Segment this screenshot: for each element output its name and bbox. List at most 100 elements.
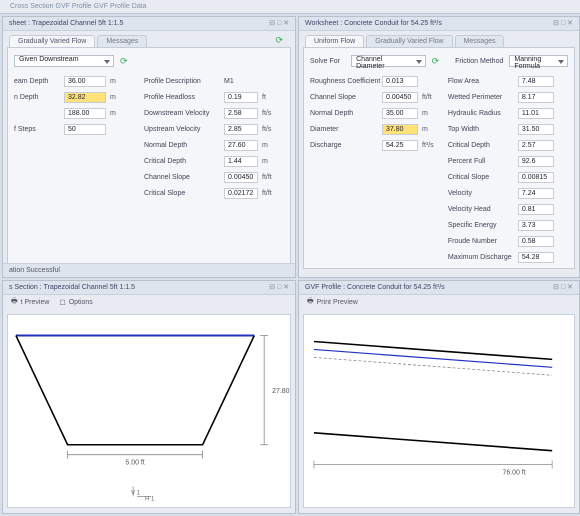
svg-text:5.00 ft: 5.00 ft — [125, 460, 144, 467]
given-dropdown[interactable]: Given Downstream — [14, 55, 114, 67]
tab-gvf[interactable]: Gradually Varied Flow — [9, 35, 95, 47]
panel-title: Worksheet : Concrete Conduit for 54.25 f… — [305, 17, 442, 31]
result-label: Specific Energy — [448, 222, 518, 229]
result-label: Velocity — [448, 190, 518, 197]
panel-title: GVF Profile : Concrete Conduit for 54.25… — [305, 281, 445, 295]
input-value[interactable]: 0.00450 — [382, 92, 418, 103]
result-value: 0.19 — [224, 92, 258, 103]
gvf-profile-panel: GVF Profile : Concrete Conduit for 54.25… — [298, 280, 580, 514]
result-label: Profile Headloss — [144, 94, 224, 101]
input-label: eam Depth — [14, 78, 64, 85]
profile-svg: 76.00 ft — [304, 315, 574, 507]
tab-messages[interactable]: Messages — [455, 35, 505, 47]
friction-label: Friction Method — [455, 58, 503, 65]
input-label: n Depth — [14, 94, 64, 101]
tool-label: Print Preview — [317, 299, 358, 306]
unit: m — [110, 78, 124, 85]
result-value: 2.85 — [224, 124, 258, 135]
unit: m — [110, 94, 124, 101]
result-value: 2.57 — [518, 140, 554, 151]
window-controls[interactable]: ⊟ □ ✕ — [269, 17, 289, 31]
input-value[interactable]: 188.00 — [64, 108, 106, 119]
result-value: 0.02172 — [224, 188, 258, 199]
printer-icon: 🖶 — [307, 297, 314, 308]
input-value[interactable]: 50 — [64, 124, 106, 135]
result-value: 0.58 — [518, 236, 554, 247]
result-label: Critical Slope — [448, 174, 518, 181]
print-preview-button[interactable]: 🖶Print Preview — [307, 297, 358, 308]
solve-for-label: Solve For — [310, 58, 345, 65]
tool-label: t Preview — [21, 299, 50, 306]
result-label: Profile Description — [144, 78, 224, 85]
window-controls[interactable]: ⊟ □ ✕ — [553, 17, 573, 31]
input-value[interactable]: 37.80 — [382, 124, 418, 135]
result-label: Upstream Velocity — [144, 126, 224, 133]
panel-title-bar: Worksheet : Concrete Conduit for 54.25 f… — [299, 17, 579, 31]
unit: ft/ft — [422, 94, 436, 101]
tab-strip: Gradually Varied Flow Messages ⟳ — [3, 31, 295, 47]
run-icon[interactable]: ⟳ — [120, 56, 128, 67]
result-value: 0.81 — [518, 204, 554, 215]
input-label: Discharge — [310, 142, 382, 149]
svg-text:76.00 ft: 76.00 ft — [503, 470, 526, 477]
result-label: Wetted Perimeter — [448, 94, 518, 101]
cross-section-plot: 5.00 ft 27.80 m V 1 H 1 — [7, 314, 291, 508]
options-button[interactable]: ☐Options — [59, 297, 92, 308]
layout-grid: sheet : Trapezoidal Channel 5ft 1:1.5 ⊟ … — [0, 14, 580, 516]
result-label: Velocity Head — [448, 206, 518, 213]
input-value[interactable]: 0.013 — [382, 76, 418, 87]
unit: m — [262, 142, 276, 149]
solve-for-dropdown[interactable]: Channel Diameter — [351, 55, 425, 67]
tab-strip: Uniform Flow Gradually Varied Flow Messa… — [299, 31, 579, 47]
input-value[interactable]: 54.25 — [382, 140, 418, 151]
panel-title: s Section : Trapezoidal Channel 5ft 1:1.… — [9, 281, 135, 295]
tab-gvf[interactable]: Gradually Varied Flow — [366, 35, 452, 47]
input-label: Normal Depth — [310, 110, 382, 117]
window-controls[interactable]: ⊟ □ ✕ — [553, 281, 573, 295]
window-controls[interactable]: ⊟ □ ✕ — [269, 281, 289, 295]
unit: ft/ft — [262, 190, 276, 197]
worksheet-conduit: Worksheet : Concrete Conduit for 54.25 f… — [298, 16, 580, 278]
panel-body: Given Downstream ⟳ eam Depth36.00 m n Dep… — [7, 47, 291, 269]
unit: m — [262, 158, 276, 165]
result-value: 7.24 — [518, 188, 554, 199]
tab-uniform[interactable]: Uniform Flow — [305, 35, 364, 47]
result-label: Critical Slope — [144, 190, 224, 197]
run-icon[interactable]: ⟳ — [432, 56, 440, 67]
input-value[interactable]: 35.00 — [382, 108, 418, 119]
panel-title-bar: GVF Profile : Concrete Conduit for 54.25… — [299, 281, 579, 295]
result-value: 3.73 — [518, 220, 554, 231]
input-label: Channel Slope — [310, 94, 382, 101]
run-icon[interactable]: ⟳ — [275, 35, 289, 47]
tool-label: Options — [69, 299, 93, 306]
result-value: 8.17 — [518, 92, 554, 103]
cross-section-panel: s Section : Trapezoidal Channel 5ft 1:1.… — [2, 280, 296, 514]
unit: ft/ft — [262, 174, 276, 181]
result-value: 0.00450 — [224, 172, 258, 183]
result-label: Hydraulic Radius — [448, 110, 518, 117]
unit: m — [422, 110, 436, 117]
result-value: 0.00815 — [518, 172, 554, 183]
result-label: Percent Full — [448, 158, 518, 165]
app-topbar: Cross Section GVF Profile GVF Profile Da… — [0, 0, 580, 14]
friction-dropdown[interactable]: Manning Formula — [509, 55, 568, 67]
tab-messages[interactable]: Messages — [97, 35, 147, 47]
panel-title: sheet : Trapezoidal Channel 5ft 1:1.5 — [9, 17, 123, 31]
result-value: 31.50 — [518, 124, 554, 135]
result-value: 50.46 — [518, 268, 554, 270]
print-preview-button[interactable]: 🖶t Preview — [11, 297, 49, 308]
svg-text:V 1: V 1 — [131, 490, 141, 496]
plot-toolbar: 🖶Print Preview — [299, 295, 579, 310]
input-label: f Steps — [14, 126, 64, 133]
result-label: Downstream Velocity — [144, 110, 224, 117]
result-label: Normal Depth — [144, 142, 224, 149]
result-label: Maximum Discharge — [448, 254, 518, 261]
result-label: Froude Number — [448, 238, 518, 245]
svg-text:H 1: H 1 — [145, 496, 155, 502]
result-label: Top Width — [448, 126, 518, 133]
input-value[interactable]: 32.82 — [64, 92, 106, 103]
panel-title-bar: s Section : Trapezoidal Channel 5ft 1:1.… — [3, 281, 295, 295]
trapezoid-svg: 5.00 ft 27.80 m V 1 H 1 — [8, 315, 290, 507]
input-value[interactable]: 36.00 — [64, 76, 106, 87]
panel-title-bar: sheet : Trapezoidal Channel 5ft 1:1.5 ⊟ … — [3, 17, 295, 31]
